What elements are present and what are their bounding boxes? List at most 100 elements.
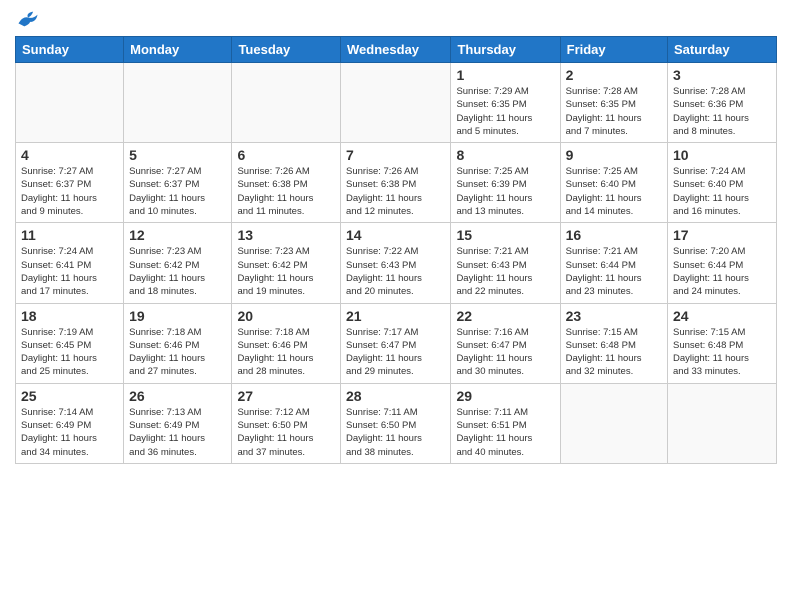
day-number: 22 [456, 308, 554, 324]
day-info: Sunrise: 7:20 AM Sunset: 6:44 PM Dayligh… [673, 245, 771, 298]
day-number: 2 [566, 67, 662, 83]
calendar-cell: 15 Sunrise: 7:21 AM Sunset: 6:43 PM Dayli… [451, 223, 560, 303]
day-number: 16 [566, 227, 662, 243]
calendar-cell [341, 63, 451, 143]
day-number: 4 [21, 147, 118, 163]
day-number: 14 [346, 227, 445, 243]
calendar-cell: 13Sunrise: 7:23 AM Sunset: 6:42 PM Dayli… [232, 223, 341, 303]
calendar-cell: 26 Sunrise: 7:13 AM Sunset: 6:49 PM Dayli… [124, 383, 232, 463]
page-container: SundayMondayTuesdayWednesdayThursdayFrid… [0, 0, 792, 474]
day-number: 26 [129, 388, 226, 404]
day-info: Sunrise: 7:24 AM Sunset: 6:41 PM Dayligh… [21, 245, 118, 298]
day-info: Sunrise: 7:16 AM Sunset: 6:47 PM Dayligh… [456, 326, 554, 379]
day-info: Sunrise: 7:26 AM Sunset: 6:38 PM Dayligh… [346, 165, 445, 218]
calendar-week-row: 18 Sunrise: 7:19 AM Sunset: 6:45 PM Dayli… [16, 303, 777, 383]
calendar-cell [16, 63, 124, 143]
calendar-cell: 2 Sunrise: 7:28 AM Sunset: 6:35 PM Daylig… [560, 63, 667, 143]
calendar-cell: 24 Sunrise: 7:15 AM Sunset: 6:48 PM Dayli… [668, 303, 777, 383]
calendar-cell: 3 Sunrise: 7:28 AM Sunset: 6:36 PM Daylig… [668, 63, 777, 143]
calendar-cell: 10Sunrise: 7:24 AM Sunset: 6:40 PM Dayli… [668, 143, 777, 223]
calendar-cell: 12 Sunrise: 7:23 AM Sunset: 6:42 PM Dayli… [124, 223, 232, 303]
calendar-cell: 16 Sunrise: 7:21 AM Sunset: 6:44 PM Dayli… [560, 223, 667, 303]
calendar-week-row: 1Sunrise: 7:29 AM Sunset: 6:35 PM Daylig… [16, 63, 777, 143]
calendar-cell: 8Sunrise: 7:25 AM Sunset: 6:39 PM Daylig… [451, 143, 560, 223]
day-number: 25 [21, 388, 118, 404]
day-number: 27 [237, 388, 335, 404]
day-info: Sunrise: 7:22 AM Sunset: 6:43 PM Dayligh… [346, 245, 445, 298]
logo-text [15, 10, 39, 28]
calendar-cell: 28 Sunrise: 7:11 AM Sunset: 6:50 PM Dayli… [341, 383, 451, 463]
day-info: Sunrise: 7:23 AM Sunset: 6:42 PM Dayligh… [129, 245, 226, 298]
calendar-cell: 23 Sunrise: 7:15 AM Sunset: 6:48 PM Dayli… [560, 303, 667, 383]
calendar-header-row: SundayMondayTuesdayWednesdayThursdayFrid… [16, 37, 777, 63]
calendar-cell: 5 Sunrise: 7:27 AM Sunset: 6:37 PM Daylig… [124, 143, 232, 223]
calendar-cell [668, 383, 777, 463]
calendar-header-monday: Monday [124, 37, 232, 63]
day-number: 24 [673, 308, 771, 324]
calendar-header-tuesday: Tuesday [232, 37, 341, 63]
day-info: Sunrise: 7:15 AM Sunset: 6:48 PM Dayligh… [566, 326, 662, 379]
logo [15, 10, 39, 28]
header [15, 10, 777, 28]
day-info: Sunrise: 7:21 AM Sunset: 6:44 PM Dayligh… [566, 245, 662, 298]
calendar-week-row: 4 Sunrise: 7:27 AM Sunset: 6:37 PM Daylig… [16, 143, 777, 223]
day-number: 19 [129, 308, 226, 324]
day-number: 23 [566, 308, 662, 324]
calendar-cell: 6 Sunrise: 7:26 AM Sunset: 6:38 PM Daylig… [232, 143, 341, 223]
day-info: Sunrise: 7:28 AM Sunset: 6:36 PM Dayligh… [673, 85, 771, 138]
day-number: 15 [456, 227, 554, 243]
calendar-cell: 17 Sunrise: 7:20 AM Sunset: 6:44 PM Dayli… [668, 223, 777, 303]
day-info: Sunrise: 7:26 AM Sunset: 6:38 PM Dayligh… [237, 165, 335, 218]
day-info: Sunrise: 7:25 AM Sunset: 6:39 PM Dayligh… [456, 165, 554, 218]
day-info: Sunrise: 7:13 AM Sunset: 6:49 PM Dayligh… [129, 406, 226, 459]
day-number: 29 [456, 388, 554, 404]
day-number: 28 [346, 388, 445, 404]
calendar-cell [232, 63, 341, 143]
calendar-cell: 29 Sunrise: 7:11 AM Sunset: 6:51 PM Dayli… [451, 383, 560, 463]
day-info: Sunrise: 7:17 AM Sunset: 6:47 PM Dayligh… [346, 326, 445, 379]
day-number: 18 [21, 308, 118, 324]
day-number: 11 [21, 227, 118, 243]
day-number: 17 [673, 227, 771, 243]
day-info: Sunrise: 7:27 AM Sunset: 6:37 PM Dayligh… [129, 165, 226, 218]
day-info: Sunrise: 7:18 AM Sunset: 6:46 PM Dayligh… [129, 326, 226, 379]
day-number: 3 [673, 67, 771, 83]
day-info: Sunrise: 7:15 AM Sunset: 6:48 PM Dayligh… [673, 326, 771, 379]
day-number: 20 [237, 308, 335, 324]
calendar-cell: 4 Sunrise: 7:27 AM Sunset: 6:37 PM Daylig… [16, 143, 124, 223]
calendar-cell: 21Sunrise: 7:17 AM Sunset: 6:47 PM Dayli… [341, 303, 451, 383]
day-info: Sunrise: 7:27 AM Sunset: 6:37 PM Dayligh… [21, 165, 118, 218]
calendar-cell: 11 Sunrise: 7:24 AM Sunset: 6:41 PM Dayli… [16, 223, 124, 303]
day-info: Sunrise: 7:28 AM Sunset: 6:35 PM Dayligh… [566, 85, 662, 138]
day-info: Sunrise: 7:11 AM Sunset: 6:51 PM Dayligh… [456, 406, 554, 459]
calendar-cell [560, 383, 667, 463]
day-info: Sunrise: 7:24 AM Sunset: 6:40 PM Dayligh… [673, 165, 771, 218]
calendar-cell: 9 Sunrise: 7:25 AM Sunset: 6:40 PM Daylig… [560, 143, 667, 223]
calendar-header-wednesday: Wednesday [341, 37, 451, 63]
calendar-cell: 18 Sunrise: 7:19 AM Sunset: 6:45 PM Dayli… [16, 303, 124, 383]
day-info: Sunrise: 7:12 AM Sunset: 6:50 PM Dayligh… [237, 406, 335, 459]
day-info: Sunrise: 7:23 AM Sunset: 6:42 PM Dayligh… [237, 245, 335, 298]
day-info: Sunrise: 7:25 AM Sunset: 6:40 PM Dayligh… [566, 165, 662, 218]
day-info: Sunrise: 7:14 AM Sunset: 6:49 PM Dayligh… [21, 406, 118, 459]
day-number: 6 [237, 147, 335, 163]
calendar-cell: 25 Sunrise: 7:14 AM Sunset: 6:49 PM Dayli… [16, 383, 124, 463]
day-info: Sunrise: 7:21 AM Sunset: 6:43 PM Dayligh… [456, 245, 554, 298]
calendar-cell [124, 63, 232, 143]
calendar-cell: 20Sunrise: 7:18 AM Sunset: 6:46 PM Dayli… [232, 303, 341, 383]
logo-bird-icon [17, 10, 39, 28]
calendar-week-row: 11 Sunrise: 7:24 AM Sunset: 6:41 PM Dayli… [16, 223, 777, 303]
day-number: 9 [566, 147, 662, 163]
day-info: Sunrise: 7:11 AM Sunset: 6:50 PM Dayligh… [346, 406, 445, 459]
calendar-header-sunday: Sunday [16, 37, 124, 63]
calendar-cell: 14 Sunrise: 7:22 AM Sunset: 6:43 PM Dayli… [341, 223, 451, 303]
day-number: 5 [129, 147, 226, 163]
calendar-cell: 22 Sunrise: 7:16 AM Sunset: 6:47 PM Dayli… [451, 303, 560, 383]
calendar-cell: 7Sunrise: 7:26 AM Sunset: 6:38 PM Daylig… [341, 143, 451, 223]
day-number: 12 [129, 227, 226, 243]
day-info: Sunrise: 7:19 AM Sunset: 6:45 PM Dayligh… [21, 326, 118, 379]
day-number: 1 [456, 67, 554, 83]
calendar-cell: 27 Sunrise: 7:12 AM Sunset: 6:50 PM Dayli… [232, 383, 341, 463]
calendar-header-saturday: Saturday [668, 37, 777, 63]
calendar-week-row: 25 Sunrise: 7:14 AM Sunset: 6:49 PM Dayli… [16, 383, 777, 463]
